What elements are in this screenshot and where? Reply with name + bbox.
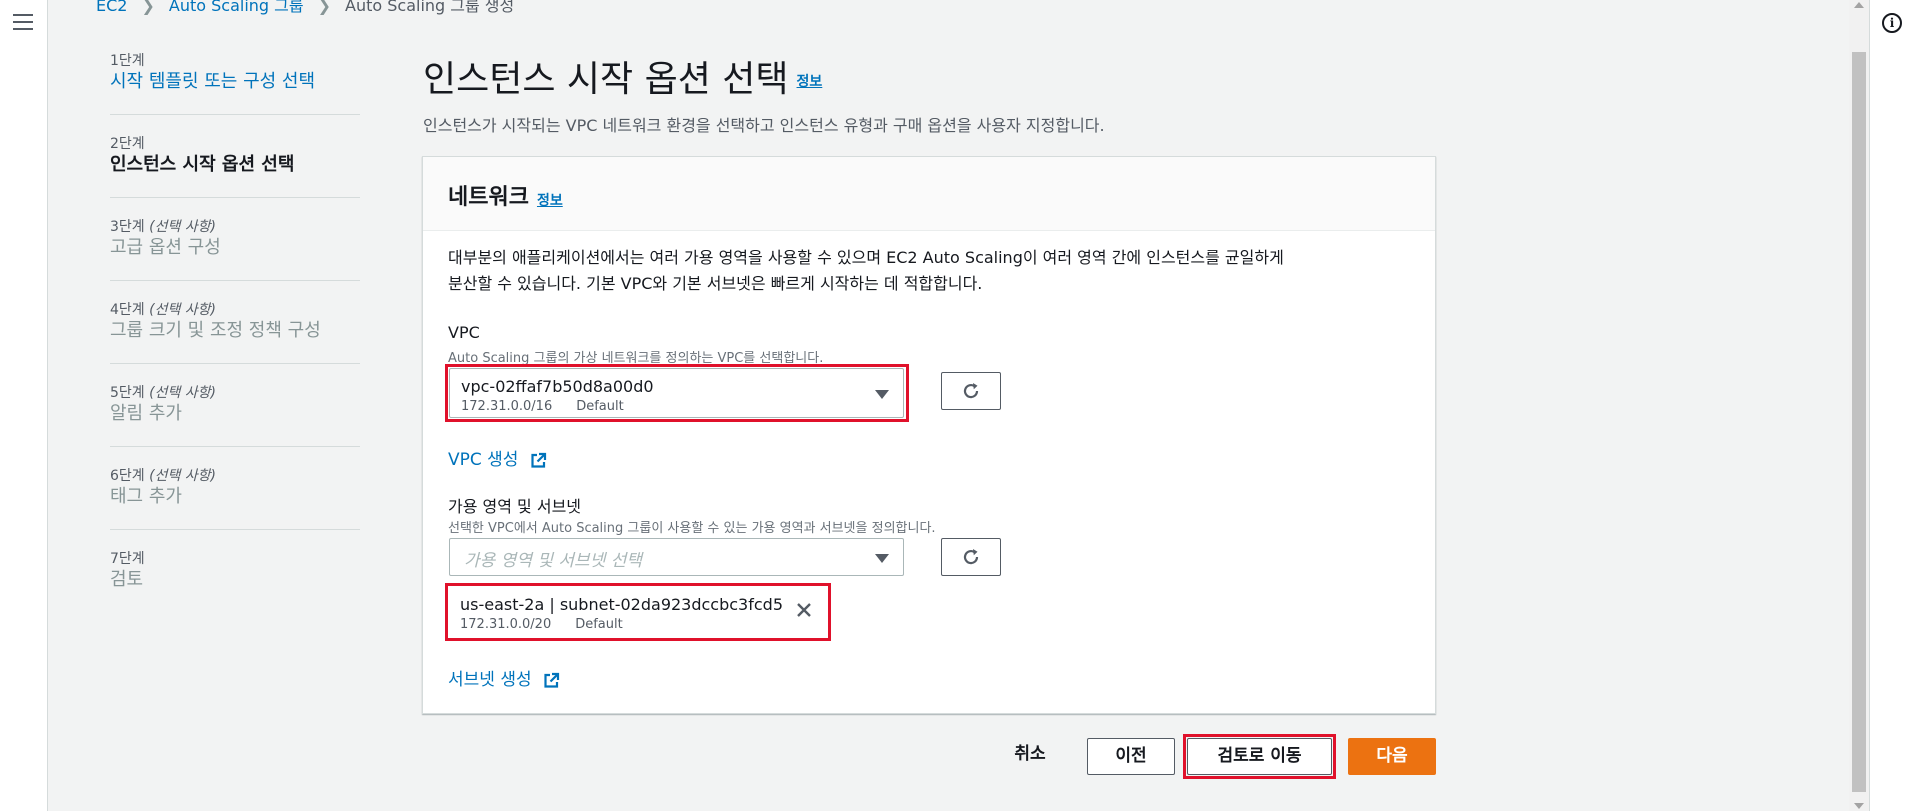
- wizard-step-4: 4단계 (선택 사항) 그룹 크기 및 조정 정책 구성: [110, 301, 360, 364]
- wizard-steps: 1단계 시작 템플릿 또는 구성 선택 2단계 인스턴스 시작 옵션 선택 3단…: [110, 52, 360, 632]
- previous-button[interactable]: 이전: [1087, 738, 1175, 775]
- refresh-icon: [963, 549, 979, 565]
- step-number: 6단계 (선택 사항): [110, 468, 217, 484]
- step-title: 알림 추가: [110, 403, 182, 424]
- scroll-up-arrow-icon[interactable]: [1854, 2, 1864, 8]
- network-description-line1: 대부분의 애플리케이션에서는 여러 가용 영역을 사용할 수 있으며 EC2 A…: [448, 248, 1284, 267]
- highlight-vpc-select: [445, 364, 909, 422]
- network-description-line2: 분산할 수 있습니다. 기본 VPC와 기본 서브넷은 빠르게 시작하는 데 적…: [448, 274, 983, 293]
- breadcrumb-ec2[interactable]: EC2: [96, 0, 127, 15]
- step-number: 3단계 (선택 사항): [110, 219, 217, 235]
- subnets-label: 가용 영역 및 서브넷: [448, 497, 582, 516]
- external-link-icon: [544, 672, 560, 688]
- create-vpc-link[interactable]: VPC 생성: [448, 445, 547, 470]
- wizard-step-7: 7단계 검토: [110, 550, 360, 612]
- info-icon[interactable]: i: [1882, 13, 1902, 33]
- network-panel: 네트워크 정보 대부분의 애플리케이션에서는 여러 가용 영역을 사용할 수 있으…: [422, 156, 1436, 714]
- step-title: 그룹 크기 및 조정 정책 구성: [110, 320, 321, 341]
- subnets-select[interactable]: 가용 영역 및 서브넷 선택: [449, 538, 904, 576]
- cancel-button[interactable]: 취소: [1000, 737, 1060, 774]
- subnets-hint: 선택한 VPC에서 Auto Scaling 그룹이 사용할 수 있는 가용 영…: [448, 521, 936, 536]
- step-number: 7단계: [110, 551, 145, 567]
- chevron-right-icon: ❯: [317, 0, 331, 15]
- breadcrumb-asg[interactable]: Auto Scaling 그룹: [169, 0, 304, 15]
- wizard-step-6: 6단계 (선택 사항) 태그 추가: [110, 467, 360, 530]
- breadcrumb: EC2 ❯ Auto Scaling 그룹 ❯ Auto Scaling 그룹 생성: [96, 0, 515, 15]
- panel-title: 네트워크: [448, 185, 529, 210]
- scrollbar[interactable]: [1849, 0, 1869, 811]
- hamburger-menu-icon[interactable]: [13, 14, 33, 30]
- wizard-step-5: 5단계 (선택 사항) 알림 추가: [110, 384, 360, 447]
- step-title[interactable]: 시작 템플릿 또는 구성 선택: [110, 70, 360, 94]
- wizard-step-2: 2단계 인스턴스 시작 옵션 선택: [110, 135, 360, 198]
- page-description: 인스턴스가 시작되는 VPC 네트워크 환경을 선택하고 인스턴스 유형과 구매…: [423, 116, 1105, 135]
- network-info-link[interactable]: 정보: [537, 193, 563, 209]
- page-info-link[interactable]: 정보: [797, 74, 823, 90]
- page-title: 인스턴스 시작 옵션 선택 정보: [423, 59, 823, 100]
- step-title: 고급 옵션 구성: [110, 237, 221, 258]
- external-link-icon: [531, 452, 546, 468]
- chevron-right-icon: ❯: [141, 0, 155, 15]
- step-title: 검토: [110, 569, 144, 590]
- create-subnet-link[interactable]: 서브넷 생성: [448, 665, 560, 690]
- scrollbar-thumb[interactable]: [1852, 52, 1866, 792]
- subnets-refresh-button[interactable]: [941, 538, 1001, 576]
- subnets-placeholder: 가용 영역 및 서브넷 선택: [464, 551, 643, 571]
- highlight-skip-to-review: [1183, 734, 1336, 779]
- next-button[interactable]: 다음: [1348, 738, 1436, 775]
- wizard-step-1[interactable]: 1단계 시작 템플릿 또는 구성 선택: [110, 52, 360, 115]
- vpc-refresh-button[interactable]: [941, 372, 1001, 410]
- caret-down-icon: [875, 554, 889, 563]
- step-title: 태그 추가: [110, 486, 182, 507]
- step-number: 2단계: [110, 136, 145, 152]
- step-number: 1단계: [110, 53, 145, 69]
- panel-header: 네트워크 정보: [423, 157, 1435, 231]
- left-nav-rail: [0, 0, 48, 811]
- scroll-down-arrow-icon[interactable]: [1854, 803, 1864, 809]
- wizard-step-3: 3단계 (선택 사항) 고급 옵션 구성: [110, 218, 360, 281]
- right-help-rail: i: [1869, 0, 1915, 811]
- highlight-selected-subnet: [445, 583, 831, 641]
- step-number: 4단계 (선택 사항): [110, 302, 217, 318]
- step-title: 인스턴스 시작 옵션 선택: [110, 154, 295, 175]
- vpc-label: VPC: [448, 323, 480, 342]
- step-number: 5단계 (선택 사항): [110, 385, 217, 401]
- breadcrumb-current: Auto Scaling 그룹 생성: [345, 0, 515, 15]
- refresh-icon: [963, 383, 979, 399]
